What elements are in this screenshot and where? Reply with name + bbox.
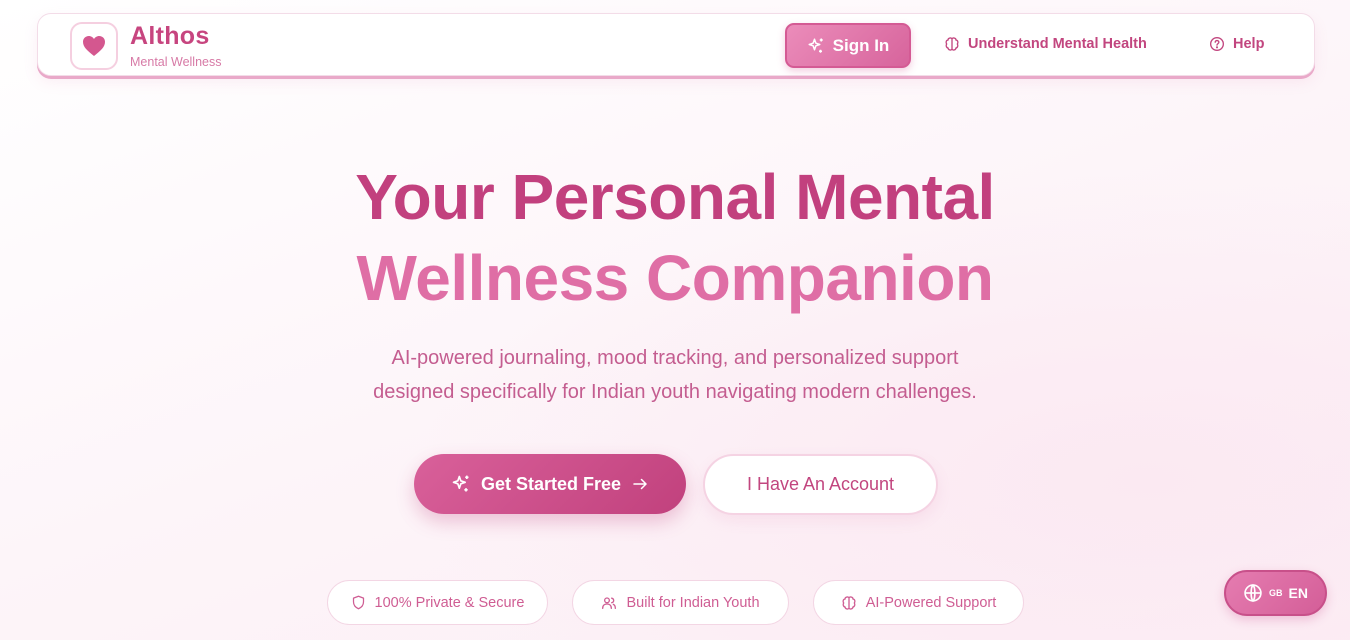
nav-understand-label: Understand Mental Health [968, 36, 1147, 52]
help-circle-icon [1210, 37, 1224, 51]
hero-title-line-2: Wellness Companion [356, 242, 994, 314]
have-account-label: I Have An Account [746, 474, 895, 494]
feature-pill-ai: AI-Powered Support [813, 580, 1024, 625]
feature-pill-private: 100% Private & Secure [327, 580, 548, 625]
get-started-button[interactable]: Get Started Free [414, 454, 686, 514]
feature-pill-youth: Built for Indian Youth [572, 580, 789, 625]
feature-pill-label: AI-Powered Support [865, 594, 997, 611]
nav-understand-mental-health[interactable]: Understand Mental Health [944, 36, 1147, 52]
sign-in-label: Sign In [832, 35, 890, 55]
hero-subtitle-line-2: designed specifically for Indian youth n… [373, 381, 977, 403]
get-started-label: Get Started Free [480, 473, 622, 494]
sign-in-button[interactable]: Sign In [785, 23, 911, 68]
globe-icon [1244, 583, 1262, 603]
arrow-right-icon [633, 478, 647, 490]
have-account-button[interactable]: I Have An Account [703, 454, 938, 515]
feature-pill-label: 100% Private & Secure [374, 594, 525, 611]
feature-pill-label: Built for Indian Youth [626, 594, 760, 611]
shield-icon [352, 595, 364, 610]
nav-help[interactable]: Help [1209, 36, 1264, 52]
language-code: EN [1288, 585, 1308, 601]
top-navbar: Althos Mental Wellness Sign In Understan… [37, 13, 1315, 76]
logo[interactable] [70, 22, 118, 70]
heart-icon [83, 36, 105, 56]
hero-subtitle: AI-powered journaling, mood tracking, an… [300, 341, 1050, 409]
hero-title-line-1: Your Personal Mental [355, 161, 995, 233]
language-flag: GB [1269, 588, 1283, 598]
brand-name: Althos [130, 22, 210, 50]
sparkles-icon [808, 38, 823, 53]
brain-icon [842, 595, 856, 610]
language-switcher-button[interactable]: GB EN [1224, 570, 1327, 616]
brand-tagline: Mental Wellness [130, 55, 222, 69]
sparkles-icon [452, 475, 469, 492]
brain-icon [945, 37, 959, 51]
users-icon [602, 596, 617, 609]
nav-help-label: Help [1233, 36, 1265, 52]
hero-subtitle-line-1: AI-powered journaling, mood tracking, an… [391, 347, 959, 369]
